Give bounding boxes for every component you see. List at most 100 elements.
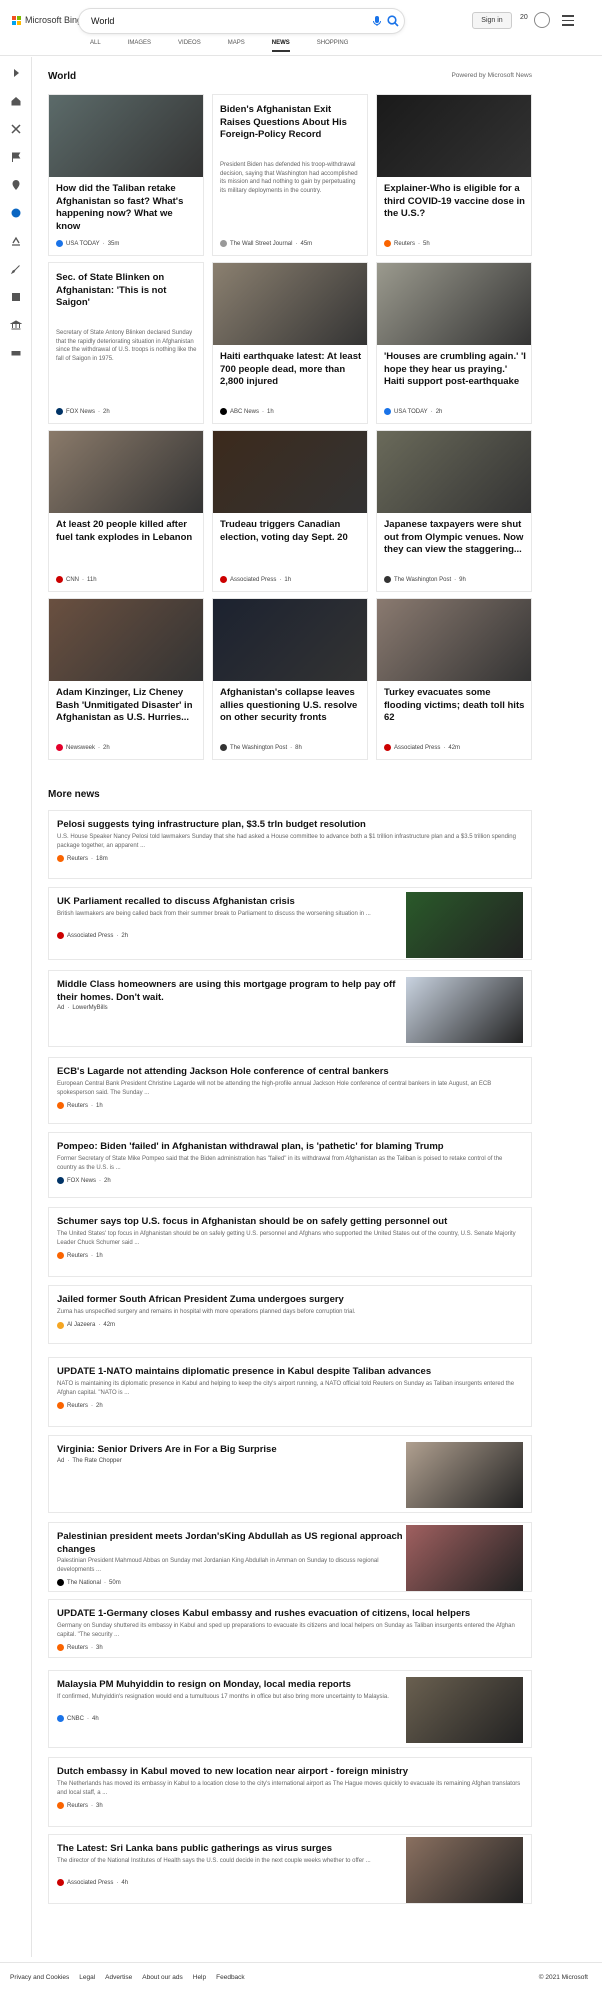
news-title[interactable]: Jailed former South African President Zu… xyxy=(57,1294,523,1307)
news-card[interactable]: 'Houses are crumbling again.' 'I hope th… xyxy=(376,262,532,424)
more-news-item[interactable]: Schumer says top U.S. focus in Afghanist… xyxy=(48,1207,532,1277)
news-thumbnail[interactable] xyxy=(406,891,523,958)
news-title[interactable]: Adam Kinzinger, Liz Cheney Bash 'Unmitig… xyxy=(56,687,198,725)
news-thumbnail[interactable] xyxy=(213,599,367,681)
news-thumbnail[interactable] xyxy=(213,431,367,513)
news-title[interactable]: How did the Taliban retake Afghanistan s… xyxy=(56,183,198,233)
news-thumbnail[interactable] xyxy=(377,95,531,177)
news-thumbnail[interactable] xyxy=(406,976,523,1043)
news-thumbnail[interactable] xyxy=(406,1677,523,1743)
more-news-item[interactable]: Dutch embassy in Kabul moved to new loca… xyxy=(48,1757,532,1827)
news-thumbnail[interactable] xyxy=(49,431,203,513)
sign-in-button[interactable]: Sign in xyxy=(472,12,512,29)
more-news-item[interactable]: Malaysia PM Muhyiddin to resign on Monda… xyxy=(48,1670,532,1748)
news-title[interactable]: Malaysia PM Muhyiddin to resign on Monda… xyxy=(57,1679,403,1692)
news-title[interactable]: Explainer-Who is eligible for a third CO… xyxy=(384,183,526,221)
news-thumbnail[interactable] xyxy=(377,599,531,681)
news-thumbnail[interactable] xyxy=(406,1837,523,1903)
news-thumbnail[interactable] xyxy=(49,599,203,681)
tab-maps[interactable]: MAPS xyxy=(228,40,245,52)
news-title[interactable]: At least 20 people killed after fuel tan… xyxy=(56,519,198,544)
home-icon[interactable] xyxy=(10,95,22,107)
more-news-item[interactable]: UPDATE 1-Germany closes Kabul embassy an… xyxy=(48,1599,532,1658)
tab-news[interactable]: NEWS xyxy=(271,40,290,52)
more-news-item[interactable]: Jailed former South African President Zu… xyxy=(48,1285,532,1344)
news-title[interactable]: ECB's Lagarde not attending Jackson Hole… xyxy=(57,1066,523,1079)
news-thumbnail[interactable] xyxy=(377,431,531,513)
news-title[interactable]: Middle Class homeowners are using this m… xyxy=(57,979,403,1004)
news-card[interactable]: Haiti earthquake latest: At least 700 pe… xyxy=(212,262,368,424)
more-news-item[interactable]: The Latest: Sri Lanka bans public gather… xyxy=(48,1834,532,1904)
news-title[interactable]: UPDATE 1-Germany closes Kabul embassy an… xyxy=(57,1608,523,1621)
news-card[interactable]: Explainer-Who is eligible for a third CO… xyxy=(376,94,532,256)
entertainment-icon[interactable] xyxy=(10,291,22,303)
location-icon[interactable] xyxy=(10,179,22,191)
news-card[interactable]: Turkey evacuates some flooding victims; … xyxy=(376,598,532,760)
news-thumbnail[interactable] xyxy=(406,1442,523,1508)
footer-link-about-ads[interactable]: About our ads xyxy=(142,1974,182,1981)
car-icon[interactable] xyxy=(10,347,22,359)
medal-icon[interactable] xyxy=(534,12,550,28)
news-card[interactable]: Afghanistan's collapse leaves allies que… xyxy=(212,598,368,760)
news-title[interactable]: Palestinian president meets Jordan'sKing… xyxy=(57,1531,403,1556)
more-news-item[interactable]: ECB's Lagarde not attending Jackson Hole… xyxy=(48,1057,532,1124)
search-input[interactable] xyxy=(91,13,341,29)
more-news-item[interactable]: UPDATE 1-NATO maintains diplomatic prese… xyxy=(48,1357,532,1427)
footer-link-feedback[interactable]: Feedback xyxy=(216,1974,245,1981)
news-thumbnail[interactable] xyxy=(213,263,367,345)
tab-images[interactable]: IMAGES xyxy=(128,40,151,52)
news-title[interactable]: Sec. of State Blinken on Afghanistan: 'T… xyxy=(56,272,198,310)
news-title[interactable]: Biden's Afghanistan Exit Raises Question… xyxy=(220,104,362,142)
ad-item[interactable]: Middle Class homeowners are using this m… xyxy=(48,970,532,1047)
more-news-item[interactable]: Pelosi suggests tying infrastructure pla… xyxy=(48,810,532,879)
news-thumbnail[interactable] xyxy=(49,95,203,177)
news-card[interactable]: Trudeau triggers Canadian election, voti… xyxy=(212,430,368,592)
tab-shopping[interactable]: SHOPPING xyxy=(317,40,349,52)
more-news-item[interactable]: Palestinian president meets Jordan'sKing… xyxy=(48,1522,532,1592)
news-title[interactable]: 'Houses are crumbling again.' 'I hope th… xyxy=(384,351,526,389)
news-thumbnail[interactable] xyxy=(377,263,531,345)
bank-icon[interactable] xyxy=(10,319,22,331)
bing-logo[interactable]: Microsoft Bing xyxy=(12,15,82,25)
rewards-count[interactable]: 20 xyxy=(520,14,528,21)
news-card[interactable]: Adam Kinzinger, Liz Cheney Bash 'Unmitig… xyxy=(48,598,204,760)
tab-videos[interactable]: VIDEOS xyxy=(178,40,201,52)
news-title[interactable]: Schumer says top U.S. focus in Afghanist… xyxy=(57,1216,523,1229)
news-title[interactable]: UK Parliament recalled to discuss Afghan… xyxy=(57,896,403,909)
tools-icon[interactable] xyxy=(10,123,22,135)
news-title[interactable]: Trudeau triggers Canadian election, voti… xyxy=(220,519,362,544)
footer-link-privacy[interactable]: Privacy and Cookies xyxy=(10,1974,69,1981)
news-title[interactable]: Haiti earthquake latest: At least 700 pe… xyxy=(220,351,362,389)
footer-link-help[interactable]: Help xyxy=(193,1974,206,1981)
news-card[interactable]: Sec. of State Blinken on Afghanistan: 'T… xyxy=(48,262,204,424)
news-title[interactable]: Virginia: Senior Drivers Are in For a Bi… xyxy=(57,1444,403,1457)
more-news-item[interactable]: Pompeo: Biden 'failed' in Afghanistan wi… xyxy=(48,1132,532,1198)
news-card[interactable]: At least 20 people killed after fuel tan… xyxy=(48,430,204,592)
news-title[interactable]: UPDATE 1-NATO maintains diplomatic prese… xyxy=(57,1366,523,1379)
news-card[interactable]: Japanese taxpayers were shut out from Ol… xyxy=(376,430,532,592)
dollar-icon[interactable] xyxy=(10,235,22,247)
news-title[interactable]: Afghanistan's collapse leaves allies que… xyxy=(220,687,362,725)
rocket-icon[interactable] xyxy=(10,263,22,275)
news-card[interactable]: Biden's Afghanistan Exit Raises Question… xyxy=(212,94,368,256)
mic-icon[interactable] xyxy=(370,14,384,28)
search-box[interactable] xyxy=(79,9,404,33)
flag-icon[interactable] xyxy=(10,151,22,163)
news-thumbnail[interactable] xyxy=(406,1525,523,1591)
search-icon[interactable] xyxy=(386,14,400,28)
news-title[interactable]: Pompeo: Biden 'failed' in Afghanistan wi… xyxy=(57,1141,523,1154)
news-title[interactable]: Japanese taxpayers were shut out from Ol… xyxy=(384,519,526,557)
news-card[interactable]: How did the Taliban retake Afghanistan s… xyxy=(48,94,204,256)
footer-link-advertise[interactable]: Advertise xyxy=(105,1974,132,1981)
news-title[interactable]: The Latest: Sri Lanka bans public gather… xyxy=(57,1843,403,1856)
hamburger-icon[interactable] xyxy=(562,15,574,26)
tab-all[interactable]: ALL xyxy=(90,40,101,52)
globe-icon[interactable] xyxy=(10,207,22,219)
source-name[interactable]: The Rate Chopper xyxy=(72,1458,121,1464)
source-name[interactable]: LowerMyBills xyxy=(72,1005,107,1011)
expand-icon[interactable] xyxy=(10,67,22,79)
ad-item[interactable]: Virginia: Senior Drivers Are in For a Bi… xyxy=(48,1435,532,1513)
more-news-item[interactable]: UK Parliament recalled to discuss Afghan… xyxy=(48,887,532,960)
news-title[interactable]: Dutch embassy in Kabul moved to new loca… xyxy=(57,1766,523,1779)
footer-link-legal[interactable]: Legal xyxy=(79,1974,95,1981)
